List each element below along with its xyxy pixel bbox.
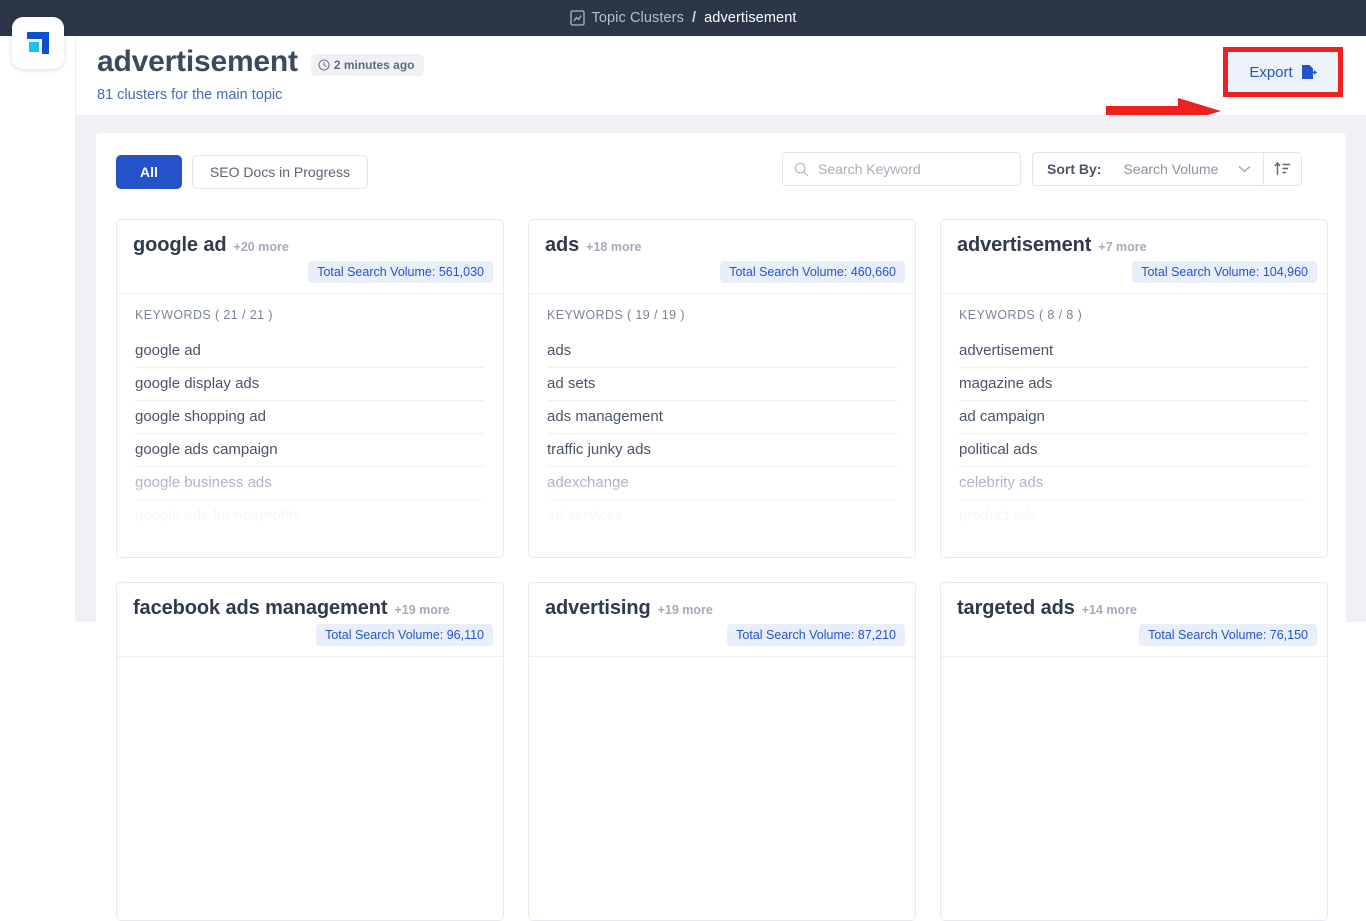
card-title: advertisement (957, 234, 1091, 257)
breadcrumb-separator: / (692, 10, 696, 26)
chevron-down-icon[interactable] (1238, 165, 1251, 173)
total-search-volume-badge: Total Search Volume: 76,150 (1139, 624, 1317, 646)
sort-direction-button[interactable] (1263, 153, 1301, 185)
card-header: ads +18 more Total Search Volume: 460,66… (529, 220, 915, 294)
card-title: ads (545, 234, 579, 257)
keyword-item[interactable]: google business ads (135, 467, 485, 500)
keyword-item[interactable]: ad services (547, 500, 897, 533)
cluster-card[interactable]: google ad +20 more Total Search Volume: … (116, 219, 504, 558)
card-more-count: +14 more (1082, 603, 1137, 617)
keyword-item[interactable]: advertisement (959, 335, 1309, 368)
card-body: KEYWORDS ( 8 / 8 ) advertisement magazin… (941, 294, 1327, 558)
card-more-count: +20 more (234, 240, 289, 254)
card-body (117, 657, 503, 921)
card-header: facebook ads management +19 more Total S… (117, 583, 503, 657)
export-button[interactable]: Export (1228, 52, 1338, 92)
card-more-count: +7 more (1098, 240, 1146, 254)
page-header: advertisement 2 minutes ago 81 clusters … (76, 36, 1366, 115)
filter-tab-seo-docs-in-progress[interactable]: SEO Docs in Progress (192, 155, 368, 189)
card-more-count: +19 more (394, 603, 449, 617)
page-subtitle: 81 clusters for the main topic (97, 87, 282, 103)
sort-label: Sort By: (1047, 161, 1101, 177)
cluster-card[interactable]: facebook ads management +19 more Total S… (116, 582, 504, 921)
sort-value[interactable]: Search Volume (1123, 161, 1218, 177)
total-search-volume-badge: Total Search Volume: 104,960 (1132, 261, 1317, 283)
keyword-item[interactable]: ads management (547, 401, 897, 434)
keyword-item[interactable]: google ads for nonprofits (135, 500, 485, 533)
keyword-item[interactable]: political ads (959, 434, 1309, 467)
keyword-list: ads ad sets ads management traffic junky… (547, 335, 897, 533)
card-header: advertising +19 more Total Search Volume… (529, 583, 915, 657)
app-logo[interactable] (12, 17, 64, 69)
keyword-item[interactable]: ad sets (547, 368, 897, 401)
keyword-item[interactable]: magazine ads (959, 368, 1309, 401)
export-file-icon (1300, 64, 1317, 81)
panel-toolbar: All SEO Docs in Progress Sort By: Search… (96, 133, 1346, 219)
total-search-volume-badge: Total Search Volume: 96,110 (316, 624, 493, 646)
last-updated-badge: 2 minutes ago (311, 54, 424, 76)
top-bar: Topic Clusters / advertisement (0, 0, 1366, 36)
cluster-card-grid: google ad +20 more Total Search Volume: … (116, 219, 1328, 921)
card-body: KEYWORDS ( 21 / 21 ) google ad google di… (117, 294, 503, 558)
search-icon (794, 162, 809, 177)
keyword-item[interactable]: google display ads (135, 368, 485, 401)
card-header: targeted ads +14 more Total Search Volum… (941, 583, 1327, 657)
card-more-count: +18 more (586, 240, 641, 254)
keyword-item[interactable]: ads (547, 335, 897, 368)
breadcrumb: Topic Clusters / advertisement (570, 10, 797, 26)
export-button-label: Export (1249, 64, 1292, 81)
search-input[interactable] (818, 161, 1003, 177)
total-search-volume-badge: Total Search Volume: 87,210 (727, 624, 905, 646)
content-area: All SEO Docs in Progress Sort By: Search… (76, 115, 1366, 622)
keyword-item[interactable]: celebrity ads (959, 467, 1309, 500)
cluster-card[interactable]: targeted ads +14 more Total Search Volum… (940, 582, 1328, 921)
keywords-header: KEYWORDS ( 8 / 8 ) (959, 308, 1309, 322)
clock-icon (318, 59, 330, 71)
page-title: advertisement (97, 45, 298, 79)
last-updated-text: 2 minutes ago (334, 58, 415, 72)
keywords-header: KEYWORDS ( 21 / 21 ) (135, 308, 485, 322)
keyword-item[interactable]: product ads (959, 500, 1309, 533)
total-search-volume-badge: Total Search Volume: 460,660 (720, 261, 905, 283)
title-row: advertisement 2 minutes ago (97, 45, 424, 79)
card-body (529, 657, 915, 921)
keyword-item[interactable]: google ad (135, 335, 485, 368)
filter-tab-all[interactable]: All (116, 155, 182, 189)
cluster-card[interactable]: ads +18 more Total Search Volume: 460,66… (528, 219, 916, 558)
total-search-volume-badge: Total Search Volume: 561,030 (308, 261, 493, 283)
sort-descending-icon (1274, 161, 1291, 177)
card-title: targeted ads (957, 597, 1075, 620)
cluster-card[interactable]: advertising +19 more Total Search Volume… (528, 582, 916, 921)
document-chart-icon (570, 10, 585, 26)
clusters-panel: All SEO Docs in Progress Sort By: Search… (96, 133, 1346, 653)
keyword-item[interactable]: adexchange (547, 467, 897, 500)
search-box[interactable] (782, 152, 1021, 186)
card-title: google ad (133, 234, 227, 257)
filter-tabs: All SEO Docs in Progress (116, 155, 368, 189)
breadcrumb-parent[interactable]: Topic Clusters (592, 10, 684, 26)
keyword-list: google ad google display ads google shop… (135, 335, 485, 533)
card-title: advertising (545, 597, 651, 620)
card-header: google ad +20 more Total Search Volume: … (117, 220, 503, 294)
keywords-header: KEYWORDS ( 19 / 19 ) (547, 308, 897, 322)
card-header: advertisement +7 more Total Search Volum… (941, 220, 1327, 294)
sort-control: Sort By: Search Volume (1032, 152, 1302, 186)
keyword-item[interactable]: traffic junky ads (547, 434, 897, 467)
keyword-list: advertisement magazine ads ad campaign p… (959, 335, 1309, 533)
card-body: KEYWORDS ( 19 / 19 ) ads ad sets ads man… (529, 294, 915, 558)
keyword-item[interactable]: ad campaign (959, 401, 1309, 434)
linkgraph-logo-icon (22, 27, 54, 59)
keyword-item[interactable]: google shopping ad (135, 401, 485, 434)
breadcrumb-current: advertisement (704, 10, 796, 26)
card-more-count: +19 more (658, 603, 713, 617)
annotation-box: Export (1223, 47, 1343, 97)
cluster-card[interactable]: advertisement +7 more Total Search Volum… (940, 219, 1328, 558)
card-title: facebook ads management (133, 597, 387, 620)
keyword-item[interactable]: google ads campaign (135, 434, 485, 467)
left-sidebar (0, 36, 76, 622)
card-body (941, 657, 1327, 921)
